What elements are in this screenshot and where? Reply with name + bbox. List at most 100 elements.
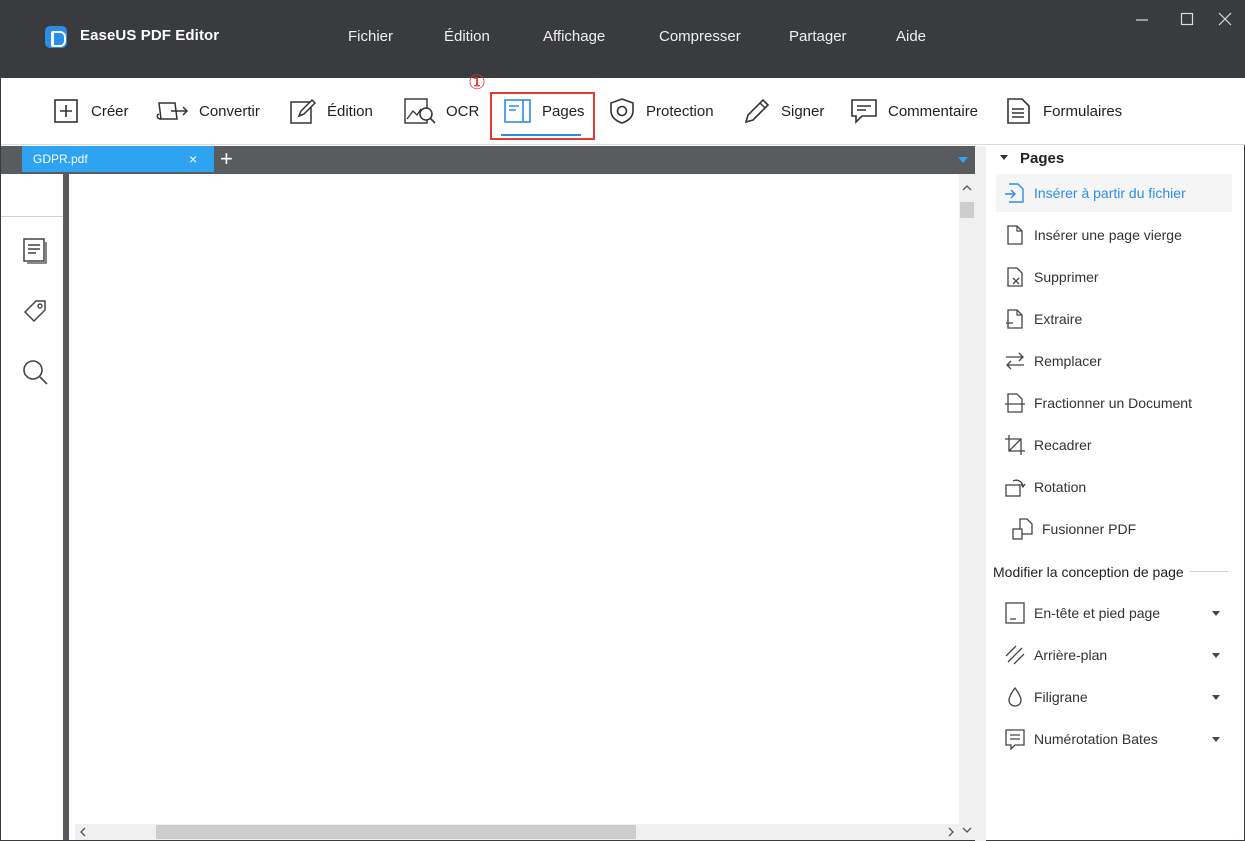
menu-fichier[interactable]: Fichier — [348, 28, 393, 45]
form-icon — [1007, 98, 1030, 124]
toolbar-label: Protection — [646, 102, 714, 120]
toolbar-label: Signer — [781, 102, 825, 120]
document-tab-bar: GDPR.pdf — [1, 146, 975, 174]
item-label: Insérer à partir du fichier — [1034, 185, 1186, 201]
dropdown-caret-icon[interactable] — [1212, 610, 1220, 616]
bates-icon — [1005, 729, 1025, 750]
dropdown-caret-icon[interactable] — [1212, 736, 1220, 742]
item-label: Extraire — [1034, 311, 1083, 327]
dropdown-caret-icon[interactable] — [1212, 694, 1220, 700]
toolbar-convertir-button[interactable]: Convertir — [155, 96, 260, 126]
minimize-button[interactable] — [1132, 12, 1152, 32]
insert-file-icon — [1005, 183, 1024, 203]
title-bar: EaseUS PDF Editor Fichier Édition Affich… — [1, 0, 1245, 78]
header-footer-icon — [1005, 602, 1025, 624]
pages-panel: Pages Insérer à partir du fichier Insére… — [986, 146, 1244, 840]
crop-icon — [1005, 435, 1025, 455]
crop-item[interactable]: Recadrer — [996, 426, 1232, 464]
comment-icon — [851, 99, 877, 124]
thumbnails-icon[interactable] — [21, 236, 49, 264]
menu-partager[interactable]: Partager — [789, 28, 847, 45]
toolbar-label: Commentaire — [888, 102, 979, 120]
section-divider — [1190, 571, 1228, 572]
toolbar-label: Créer — [91, 102, 129, 120]
insert-from-file-item[interactable]: Insérer à partir du fichier — [996, 174, 1232, 212]
search-icon[interactable] — [21, 358, 49, 386]
horizontal-scroll-thumb[interactable] — [156, 825, 636, 839]
item-label: Insérer une page vierge — [1034, 227, 1182, 243]
dropdown-caret-icon[interactable] — [1212, 652, 1220, 658]
tab-close-icon[interactable]: × — [189, 151, 197, 167]
panel-divider[interactable] — [975, 146, 986, 841]
section-title: Pages — [1020, 150, 1065, 167]
pages-section-header[interactable]: Pages — [1000, 150, 1064, 167]
toolbar-ocr-button[interactable]: OCR — [404, 96, 479, 126]
tab-list-dropdown-icon[interactable] — [958, 157, 968, 163]
toolbar-signer-button[interactable]: Signer — [743, 96, 824, 126]
menu-aide[interactable]: Aide — [896, 28, 926, 45]
rotate-icon — [1005, 479, 1026, 497]
item-label: Filigrane — [1034, 689, 1088, 705]
bookmark-tag-icon[interactable] — [21, 297, 49, 325]
item-label: Supprimer — [1034, 269, 1099, 285]
scroll-left-icon[interactable] — [79, 827, 87, 840]
item-label: Recadrer — [1034, 437, 1092, 453]
split-document-item[interactable]: Fractionner un Document — [996, 384, 1232, 422]
toolbar-edition-button[interactable]: Édition — [289, 96, 373, 126]
tab-label: GDPR.pdf — [33, 152, 88, 166]
menu-affichage[interactable]: Affichage — [543, 28, 605, 45]
highlight-box-pages — [490, 92, 595, 140]
watermark-item[interactable]: Filigrane — [996, 678, 1232, 716]
close-button[interactable] — [1215, 12, 1235, 32]
extract-icon — [1006, 309, 1023, 329]
sidebar-divider — [1, 216, 63, 217]
bates-numbering-item[interactable]: Numérotation Bates — [996, 720, 1232, 758]
toolbar-label: Édition — [327, 102, 373, 120]
item-label: Arrière-plan — [1034, 647, 1108, 663]
edit-icon — [290, 98, 317, 124]
toolbar-commentaire-button[interactable]: Commentaire — [850, 96, 978, 126]
toolbar-protection-button[interactable]: Protection — [608, 96, 714, 126]
toolbar-label: OCR — [446, 102, 480, 120]
menu-compresser[interactable]: Compresser — [659, 28, 741, 45]
toolbar-label: Formulaires — [1043, 102, 1123, 120]
convert-icon — [156, 102, 189, 120]
scroll-right-icon[interactable] — [947, 827, 955, 840]
main-toolbar: Créer Convertir Édition OCR Pages Protec… — [1, 78, 1245, 198]
step-1-marker: ① — [468, 70, 486, 94]
delete-page-item[interactable]: Supprimer — [996, 258, 1232, 296]
extract-item[interactable]: Extraire — [996, 300, 1232, 338]
toolbar-label: Convertir — [199, 102, 260, 120]
merge-icon — [1012, 518, 1033, 540]
plus-square-icon — [54, 99, 78, 123]
document-canvas[interactable] — [75, 174, 959, 824]
add-tab-icon[interactable]: + — [220, 147, 233, 171]
background-item[interactable]: Arrière-plan — [996, 636, 1232, 674]
merge-pdf-item[interactable]: Fusionner PDF — [996, 510, 1232, 548]
header-footer-item[interactable]: En-tête et pied page — [996, 594, 1232, 632]
replace-item[interactable]: Remplacer — [996, 342, 1232, 380]
menu-edition[interactable]: Édition — [444, 28, 490, 45]
horizontal-scrollbar[interactable] — [75, 824, 959, 840]
rotation-item[interactable]: Rotation — [996, 468, 1232, 506]
vertical-scroll-thumb[interactable] — [960, 202, 974, 218]
split-icon — [1005, 393, 1025, 413]
maximize-button[interactable] — [1177, 12, 1197, 32]
toolbar-formulaires-button[interactable]: Formulaires — [1005, 96, 1122, 126]
item-label: Remplacer — [1034, 353, 1102, 369]
replace-icon — [1006, 352, 1024, 370]
vertical-scrollbar[interactable] — [959, 174, 975, 840]
app-window: EaseUS PDF Editor Fichier Édition Affich… — [0, 0, 1245, 841]
item-label: Rotation — [1034, 479, 1087, 495]
watermark-icon — [1008, 686, 1022, 707]
ocr-icon — [404, 98, 436, 124]
page-design-section-title: Modifier la conception de page — [993, 564, 1184, 580]
insert-blank-page-item[interactable]: Insérer une page vierge — [996, 216, 1232, 254]
tab-gdpr[interactable]: GDPR.pdf — [22, 146, 214, 172]
app-logo-icon — [45, 26, 67, 48]
left-sidebar — [1, 174, 69, 840]
toolbar-creer-button[interactable]: Créer — [53, 96, 129, 126]
blank-page-icon — [1007, 225, 1023, 245]
scroll-up-icon[interactable] — [962, 184, 972, 195]
scroll-down-icon[interactable] — [962, 826, 972, 837]
